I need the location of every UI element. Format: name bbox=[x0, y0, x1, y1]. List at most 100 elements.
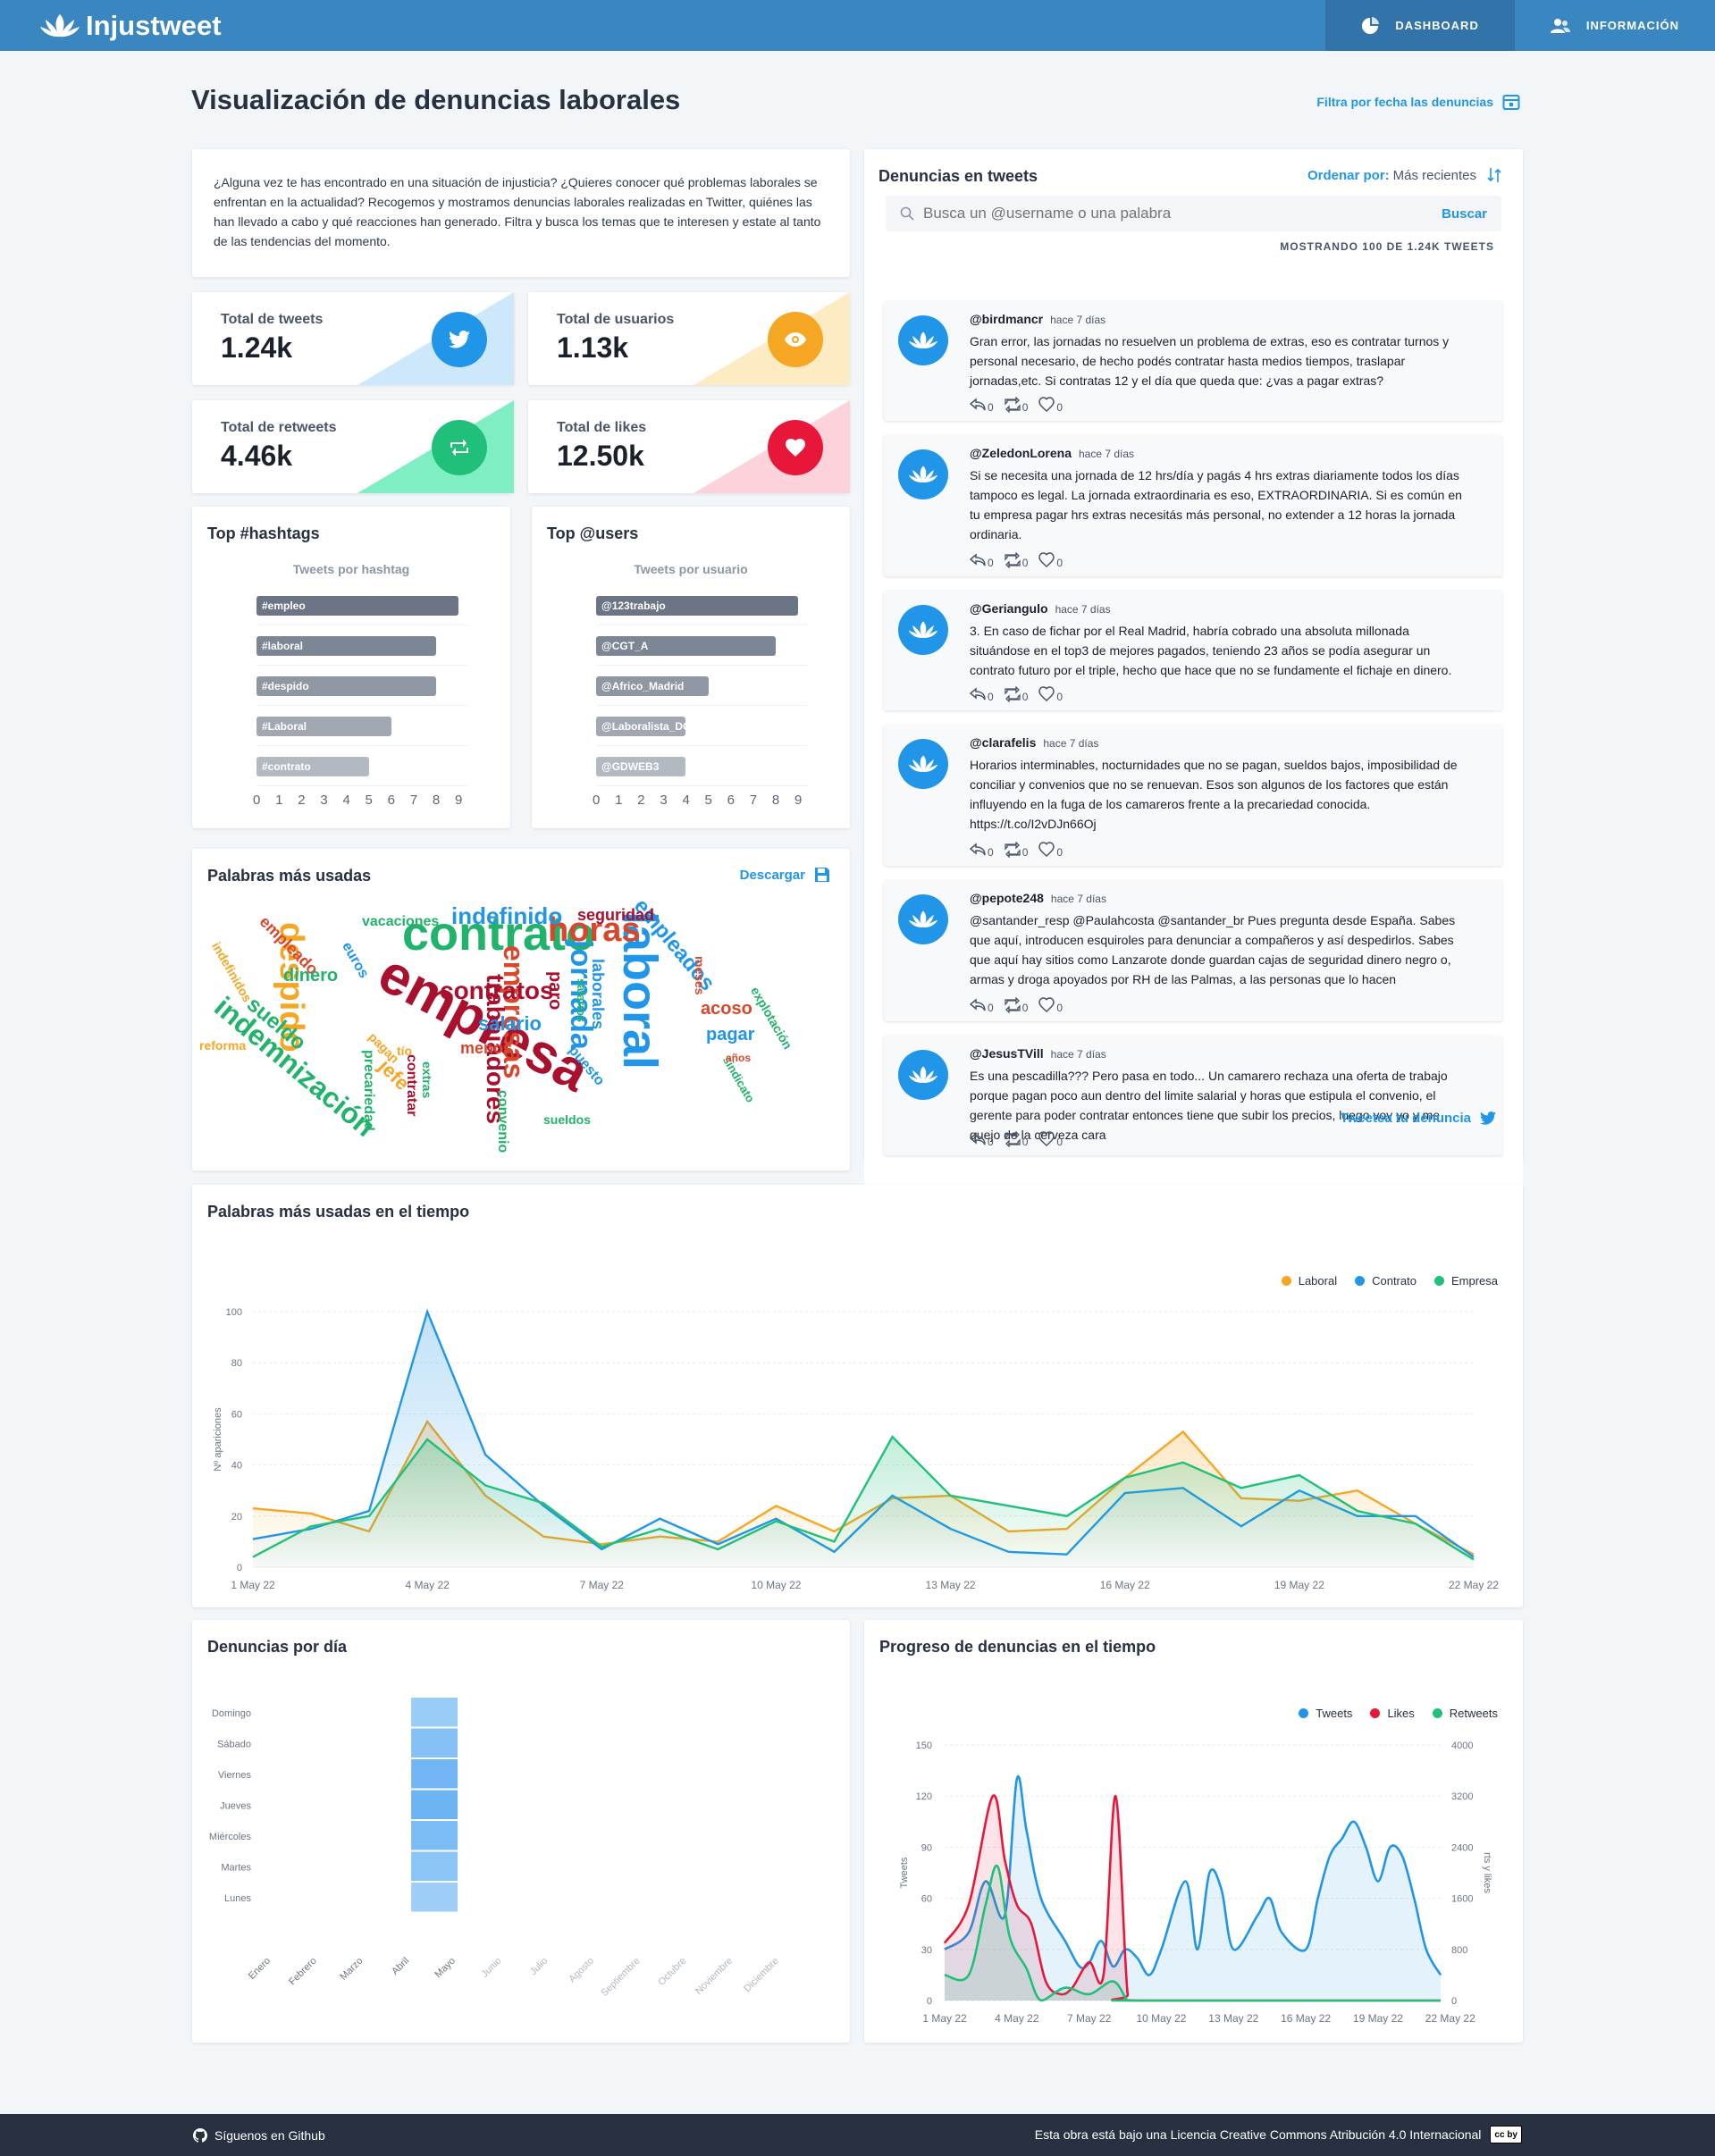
retweet-icon[interactable] bbox=[1005, 842, 1021, 858]
x-tick-label: 10 May 22 bbox=[1136, 2012, 1186, 2025]
username[interactable]: @Geriangulo bbox=[970, 601, 1048, 616]
word-años: años bbox=[726, 1052, 752, 1064]
x-tick-label: 1 May 22 bbox=[922, 2012, 967, 2025]
action-count: 0 bbox=[988, 1002, 994, 1014]
wordcloud-card: Palabras más usadas Descargar empresa con… bbox=[192, 849, 850, 1170]
username[interactable]: @birdmancr bbox=[970, 312, 1043, 326]
intro-card: ¿Alguna vez te has encontrado en una sit… bbox=[192, 149, 850, 277]
legend-dot bbox=[1370, 1708, 1381, 1718]
x-tick-label: Diciembre bbox=[742, 1956, 780, 1994]
order-label: Ordenar por: bbox=[1307, 167, 1390, 183]
heart-outline-icon[interactable] bbox=[1038, 997, 1055, 1013]
brand-logo[interactable]: Injustweet bbox=[39, 10, 222, 42]
x-tick-label: 16 May 22 bbox=[1281, 2012, 1331, 2025]
heart-outline-icon[interactable] bbox=[1038, 397, 1055, 413]
retweet-icon[interactable] bbox=[1005, 686, 1021, 702]
reply-icon[interactable] bbox=[970, 397, 986, 413]
tweet-actions: 0 0 0 bbox=[970, 396, 1073, 414]
retweet-icon[interactable] bbox=[1005, 997, 1021, 1013]
reply-icon[interactable] bbox=[970, 997, 986, 1013]
x-tick-label: Mayo bbox=[433, 1956, 458, 1981]
y-tick-label-left: 0 bbox=[927, 1996, 932, 2007]
order-value: Más recientes bbox=[1392, 167, 1476, 183]
tweet-username[interactable]: @ZeledonLorena hace 7 días bbox=[970, 446, 1134, 460]
tweet-denuncia-link[interactable]: Tweetea tu denuncia bbox=[1341, 1111, 1496, 1126]
y-tick-label-right: 0 bbox=[1451, 1996, 1457, 2007]
legend-label-laboral[interactable]: Laboral bbox=[1299, 1274, 1337, 1288]
tweet-username[interactable]: @birdmancr hace 7 días bbox=[970, 312, 1106, 326]
nav-informacion[interactable]: INFORMACIÓN bbox=[1515, 0, 1715, 51]
tweet-username[interactable]: @Geriangulo hace 7 días bbox=[970, 601, 1111, 616]
action-count: 0 bbox=[988, 557, 994, 569]
tweet-username[interactable]: @JesusTVill hace 7 días bbox=[970, 1046, 1106, 1061]
legend-label-tweets[interactable]: Tweets bbox=[1316, 1707, 1352, 1720]
action-count: 0 bbox=[1056, 401, 1063, 414]
cc-license-badge[interactable]: cc by bbox=[1490, 2126, 1522, 2143]
bar-Laboral: #Laboral bbox=[256, 717, 391, 736]
tweet-card[interactable]: @pepote248 hace 7 días @santander_resp @Pa… bbox=[884, 880, 1502, 1021]
action-count: 0 bbox=[1056, 557, 1063, 569]
y-tick-label: 60 bbox=[231, 1409, 242, 1420]
nav-dashboard[interactable]: DASHBOARD bbox=[1325, 0, 1515, 51]
x-tick-label: 2 bbox=[298, 793, 306, 808]
word-dinero: dinero bbox=[283, 966, 339, 986]
reply-icon[interactable] bbox=[970, 686, 986, 702]
eye-icon bbox=[768, 312, 823, 367]
tweet-text: Si se necesita una jornada de 12 hrs/día… bbox=[970, 468, 1462, 541]
tweet-username[interactable]: @pepote248 hace 7 días bbox=[970, 891, 1106, 905]
search-button[interactable]: Buscar bbox=[1442, 206, 1487, 222]
stat-value: 1.13k bbox=[557, 331, 629, 364]
word-tío: tío bbox=[397, 1044, 413, 1058]
legend-label-likes[interactable]: Likes bbox=[1387, 1707, 1414, 1720]
lotus-avatar-icon bbox=[908, 466, 938, 482]
username[interactable]: @clarafelis bbox=[970, 735, 1036, 750]
tweet-card[interactable]: @ZeledonLorena hace 7 días Si se necesita … bbox=[884, 435, 1502, 576]
github-link[interactable]: Síguenos en Github bbox=[193, 2128, 325, 2143]
word-salario: salario bbox=[478, 1012, 542, 1035]
reply-icon[interactable] bbox=[970, 1131, 986, 1147]
word-salarios: salarios bbox=[575, 978, 588, 1023]
tweet-text: Gran error, las jornadas no resuelven un… bbox=[970, 334, 1450, 388]
stat-card-retweets: Total de retweets 4.46k bbox=[192, 400, 514, 493]
legend-dot bbox=[1299, 1708, 1309, 1718]
y-tick-label-right: 2400 bbox=[1451, 1842, 1473, 1853]
tweet-text: @santander_resp @Paulahcosta @santander_… bbox=[970, 913, 1456, 986]
retweet-icon[interactable] bbox=[1005, 1131, 1021, 1147]
reply-icon[interactable] bbox=[970, 552, 986, 568]
tweet-list[interactable]: @birdmancr hace 7 días Gran error, las jor… bbox=[864, 279, 1523, 1248]
x-tick-label: 1 May 22 bbox=[231, 1579, 275, 1591]
top-users-card: Top @users Tweets por usuario @123trabaj… bbox=[532, 507, 850, 828]
y-tick-label: Domingo bbox=[212, 1708, 251, 1719]
search-input[interactable] bbox=[923, 205, 1442, 222]
bar-Laboralista_DGT: @Laboralista_DGT bbox=[596, 717, 698, 736]
legend-label-contrato[interactable]: Contrato bbox=[1372, 1274, 1417, 1288]
tweet-card[interactable]: @JesusTVill hace 7 días Es una pescadilla?… bbox=[884, 1036, 1502, 1155]
date-filter-link[interactable]: Filtra por fecha las denuncias bbox=[1316, 93, 1520, 111]
retweet-icon[interactable] bbox=[1005, 552, 1021, 568]
x-tick-label: 13 May 22 bbox=[926, 1579, 976, 1591]
username[interactable]: @JesusTVill bbox=[970, 1046, 1044, 1061]
retweet-icon[interactable] bbox=[1005, 397, 1021, 413]
word-precariedad: precariedad bbox=[361, 1050, 376, 1131]
tweet-username[interactable]: @clarafelis hace 7 días bbox=[970, 735, 1098, 750]
username[interactable]: @pepote248 bbox=[970, 891, 1044, 905]
username[interactable]: @ZeledonLorena bbox=[970, 446, 1072, 460]
x-tick-label: 19 May 22 bbox=[1274, 1579, 1324, 1591]
heart-outline-icon[interactable] bbox=[1038, 1131, 1055, 1147]
heart-outline-icon[interactable] bbox=[1038, 552, 1055, 568]
tweet-card[interactable]: @clarafelis hace 7 días Horarios intermina… bbox=[884, 725, 1502, 866]
legend-label-empresa[interactable]: Empresa bbox=[1451, 1274, 1498, 1288]
heart-outline-icon[interactable] bbox=[1038, 686, 1055, 702]
reply-icon[interactable] bbox=[970, 842, 986, 858]
stat-label: Total de likes bbox=[557, 420, 647, 435]
top-hashtags-card: Top #hashtags Tweets por hashtag #empleo… bbox=[192, 507, 510, 828]
tweet-card[interactable]: @Geriangulo hace 7 días 3. En caso de fich… bbox=[884, 591, 1502, 710]
order-dropdown[interactable]: Ordenar por: Más recientes bbox=[1307, 167, 1501, 183]
action-count: 0 bbox=[988, 401, 994, 414]
bar-CGT_A: @CGT_A bbox=[596, 636, 776, 656]
legend-label-retweets[interactable]: Retweets bbox=[1450, 1707, 1498, 1720]
tweet-card[interactable]: @birdmancr hace 7 días Gran error, las jor… bbox=[884, 301, 1502, 421]
word-indefinido: indefinido bbox=[451, 902, 563, 929]
heart-outline-icon[interactable] bbox=[1038, 842, 1055, 858]
action-count: 0 bbox=[988, 846, 994, 859]
